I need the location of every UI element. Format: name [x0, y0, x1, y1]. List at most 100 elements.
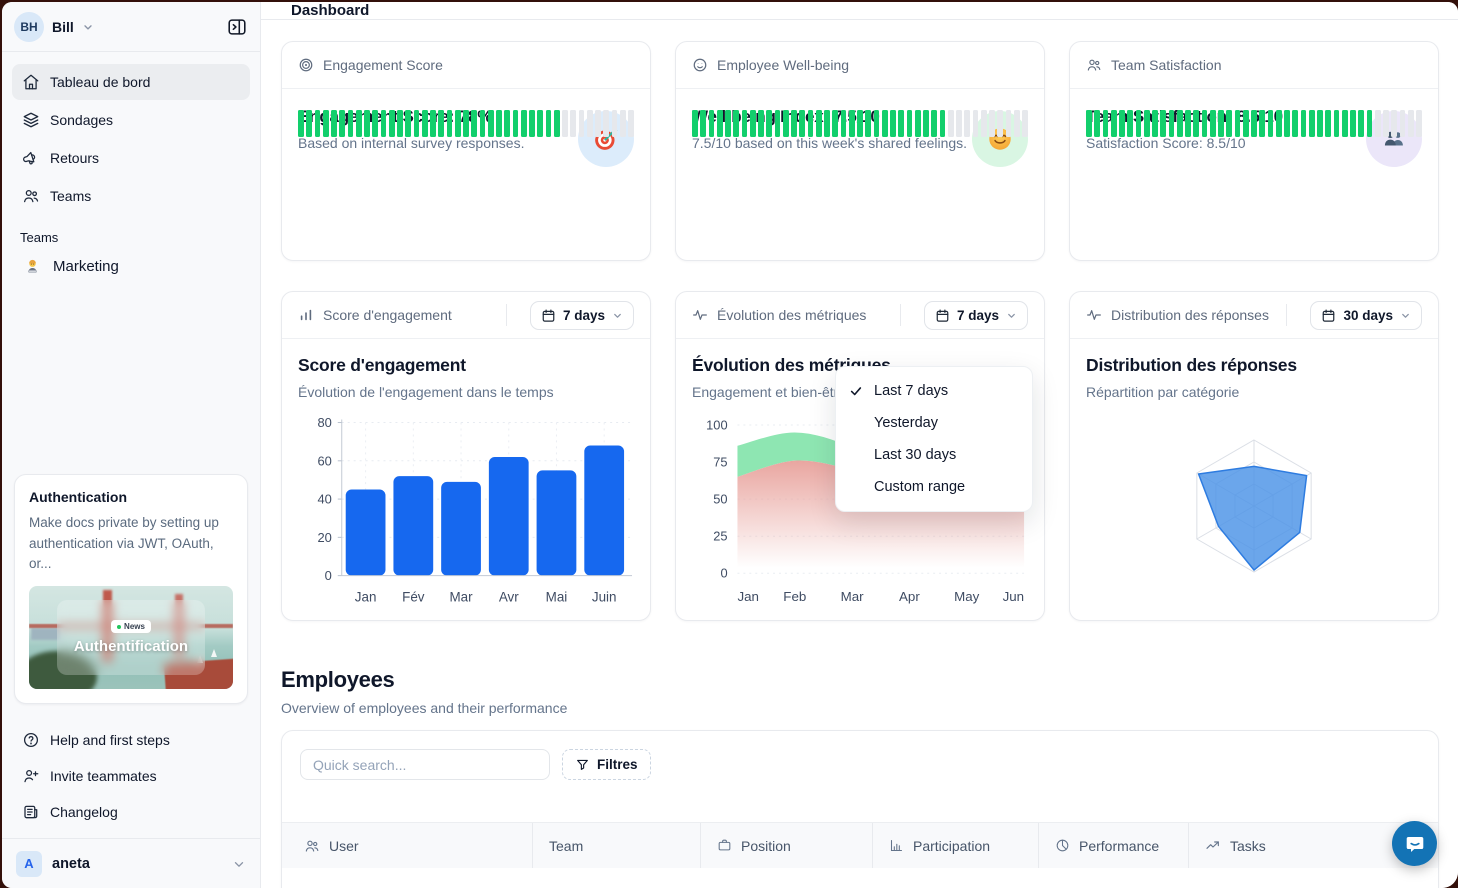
svg-text:Jan: Jan — [737, 589, 759, 604]
range-selector-button[interactable]: 7 days — [924, 301, 1028, 330]
svg-text:Mar: Mar — [449, 589, 473, 604]
smiley-icon — [692, 57, 708, 73]
progress-segment — [414, 110, 420, 137]
progress-segment — [298, 110, 304, 137]
sidebar-item-changelog[interactable]: Changelog — [12, 794, 250, 830]
progress-segment — [1111, 110, 1117, 137]
progress-segment — [537, 110, 543, 137]
help-circle-icon — [22, 731, 40, 749]
svg-text:20: 20 — [317, 530, 331, 545]
progress-segment — [1325, 110, 1331, 137]
check-icon — [849, 384, 863, 398]
progress-segment — [923, 110, 929, 137]
promo-body: Make docs private by setting up authenti… — [29, 513, 233, 574]
chart-subtitle: Répartition par catégorie — [1086, 384, 1422, 400]
progress-segment — [824, 110, 830, 137]
home-icon — [22, 73, 40, 91]
column-header-performance[interactable]: Performance — [1038, 823, 1188, 868]
intercom-chat-button[interactable] — [1392, 821, 1437, 866]
users-icon — [1086, 57, 1102, 73]
trending-up-icon — [1205, 838, 1221, 854]
progress-segment — [504, 110, 510, 137]
progress-segment — [832, 110, 838, 137]
sidebar-item-label: Help and first steps — [50, 732, 170, 748]
account-switcher[interactable]: A aneta — [2, 838, 260, 888]
progress-segment — [348, 110, 354, 137]
sidebar-item-label: Tableau de bord — [50, 74, 150, 90]
filters-button[interactable]: Filtres — [562, 749, 651, 780]
progress-segment — [956, 110, 962, 137]
progress-segment — [799, 110, 805, 137]
menu-item-custom-range[interactable]: Custom range — [836, 471, 1032, 503]
menu-item-yesterday[interactable]: Yesterday — [836, 407, 1032, 439]
stat-card-header: Employee Well-being — [676, 42, 1044, 89]
sidebar-item-label: Invite teammates — [50, 768, 157, 784]
progress-segment — [1367, 110, 1373, 137]
teams-section-label: Teams — [20, 230, 260, 245]
progress-segment — [1152, 110, 1158, 137]
sidebar-item-help[interactable]: Help and first steps — [12, 722, 250, 758]
green-dot-icon — [117, 625, 121, 629]
progress-segment — [1416, 110, 1422, 137]
employees-subtitle: Overview of employees and their performa… — [281, 700, 1439, 716]
svg-text:Apr: Apr — [899, 589, 920, 604]
sidebar-item-sondages[interactable]: Sondages — [12, 102, 250, 138]
progress-segment — [849, 110, 855, 137]
progress-bar — [1086, 110, 1422, 137]
progress-segment — [1334, 110, 1340, 137]
range-selector-button[interactable]: 7 days — [530, 301, 634, 330]
progress-segment — [356, 110, 362, 137]
svg-text:100: 100 — [706, 417, 727, 432]
svg-text:Juin: Juin — [592, 589, 617, 604]
progress-segment — [981, 110, 987, 137]
sidebar-item-tableau-de-bord[interactable]: Tableau de bord — [12, 64, 250, 100]
account-name: aneta — [52, 856, 90, 872]
progress-segment — [709, 110, 715, 137]
sidebar-item-retours[interactable]: Retours — [12, 140, 250, 176]
column-header-position[interactable]: Position — [700, 823, 872, 868]
progress-segment — [339, 110, 345, 137]
progress-segment — [405, 110, 411, 137]
range-selector-button[interactable]: 30 days — [1310, 301, 1422, 330]
progress-segment — [628, 110, 634, 137]
chevron-down-icon — [1400, 310, 1411, 321]
target-icon — [298, 57, 314, 73]
sidebar-item-teams[interactable]: Teams — [12, 178, 250, 214]
sidebar-item-label: Changelog — [50, 804, 118, 820]
chart-card-engagement-score: Score d'engagement 7 days — [281, 291, 651, 621]
user-plus-icon — [22, 767, 40, 785]
column-header-team[interactable]: Team — [532, 823, 700, 868]
column-header-participation[interactable]: Participation — [872, 823, 1038, 868]
progress-bar — [692, 110, 1028, 137]
progress-segment — [1169, 110, 1175, 137]
progress-segment — [948, 110, 954, 137]
workspace-avatar[interactable]: BH — [14, 12, 44, 42]
progress-segment — [1400, 110, 1406, 137]
search-input[interactable] — [300, 749, 550, 780]
progress-segment — [438, 110, 444, 137]
progress-segment — [1268, 110, 1274, 137]
svg-text:80: 80 — [317, 415, 331, 430]
chevron-down-icon — [1006, 310, 1017, 321]
progress-segment — [964, 110, 970, 137]
sidebar: BH Bill Tableau de bord Sondages — [2, 2, 261, 888]
sidebar-item-marketing[interactable]: Marketing — [2, 249, 260, 283]
column-header-user[interactable]: User — [282, 823, 532, 868]
chart-card-response-distribution: Distribution des réponses 30 days — [1069, 291, 1439, 621]
progress-segment — [315, 110, 321, 137]
promo-card-authentication[interactable]: Authentication Make docs private by sett… — [14, 474, 248, 704]
progress-segment — [750, 110, 756, 137]
progress-segment — [612, 110, 618, 137]
filter-funnel-icon — [575, 757, 590, 772]
progress-segment — [603, 110, 609, 137]
sidebar-item-invite[interactable]: Invite teammates — [12, 758, 250, 794]
sidebar-item-label: Sondages — [50, 112, 113, 128]
menu-item-last-30-days[interactable]: Last 30 days — [836, 439, 1032, 471]
promo-image-golden-gate[interactable]: News Authentification — [29, 586, 233, 689]
painting-sailboat — [211, 649, 217, 657]
svg-text:60: 60 — [317, 453, 331, 468]
stat-card-body: Engagement Score: 78% Based on internal … — [282, 89, 650, 151]
sidebar-collapse-button[interactable] — [226, 16, 248, 38]
workspace-name[interactable]: Bill — [52, 19, 74, 35]
menu-item-last-7-days[interactable]: Last 7 days — [836, 375, 1032, 407]
